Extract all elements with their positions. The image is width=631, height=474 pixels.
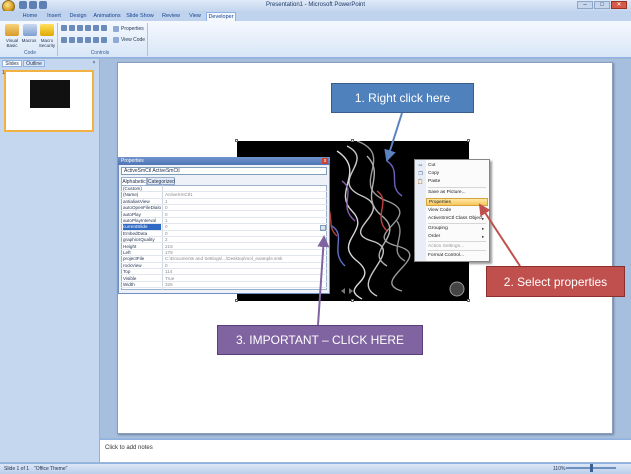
annotation-arrows bbox=[317, 112, 521, 326]
callout-right-click: 1. Right click here bbox=[331, 83, 474, 113]
arrow-2 bbox=[478, 203, 521, 267]
callout-click-here: 3. IMPORTANT – CLICK HERE bbox=[217, 325, 423, 355]
callout-select-properties: 2. Select properties bbox=[486, 266, 625, 297]
arrow-3 bbox=[317, 235, 330, 326]
arrow-1 bbox=[384, 112, 403, 162]
